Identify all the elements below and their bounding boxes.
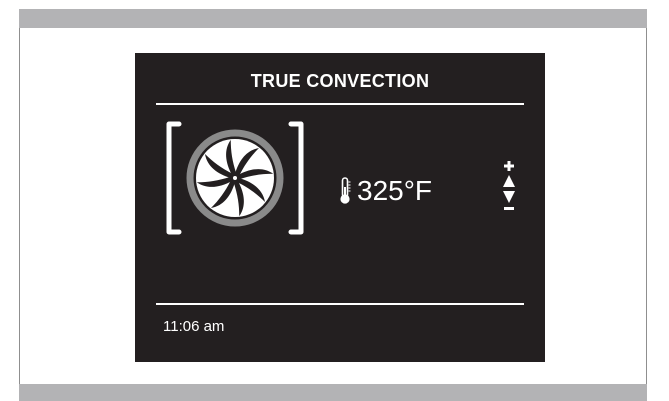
footer-divider	[156, 303, 524, 305]
minus-icon	[504, 207, 514, 210]
left-bracket	[166, 121, 182, 235]
clock-time: 11:06 am	[163, 318, 225, 335]
thermometer-icon	[340, 177, 351, 204]
top-frame-bar	[19, 9, 647, 28]
oven-display: TRUE CONVECTION 325°F 11:06 am	[135, 53, 545, 362]
title-divider	[156, 103, 524, 105]
panel-frame: TRUE CONVECTION 325°F 11:06 am	[0, 0, 669, 401]
temperature-adjust-control[interactable]	[502, 161, 516, 221]
triangle-up-icon	[503, 175, 515, 187]
fan-icon[interactable]	[165, 121, 305, 235]
bottom-frame-bar	[19, 384, 647, 401]
triangle-down-icon	[503, 191, 515, 203]
right-frame-rule	[646, 28, 647, 386]
plus-icon	[504, 161, 514, 171]
temperature-readout: 325°F	[338, 170, 432, 212]
left-frame-rule	[19, 28, 20, 386]
right-bracket	[288, 121, 304, 235]
mode-title: TRUE CONVECTION	[250, 71, 430, 91]
temperature-value: 325°F	[357, 175, 433, 206]
